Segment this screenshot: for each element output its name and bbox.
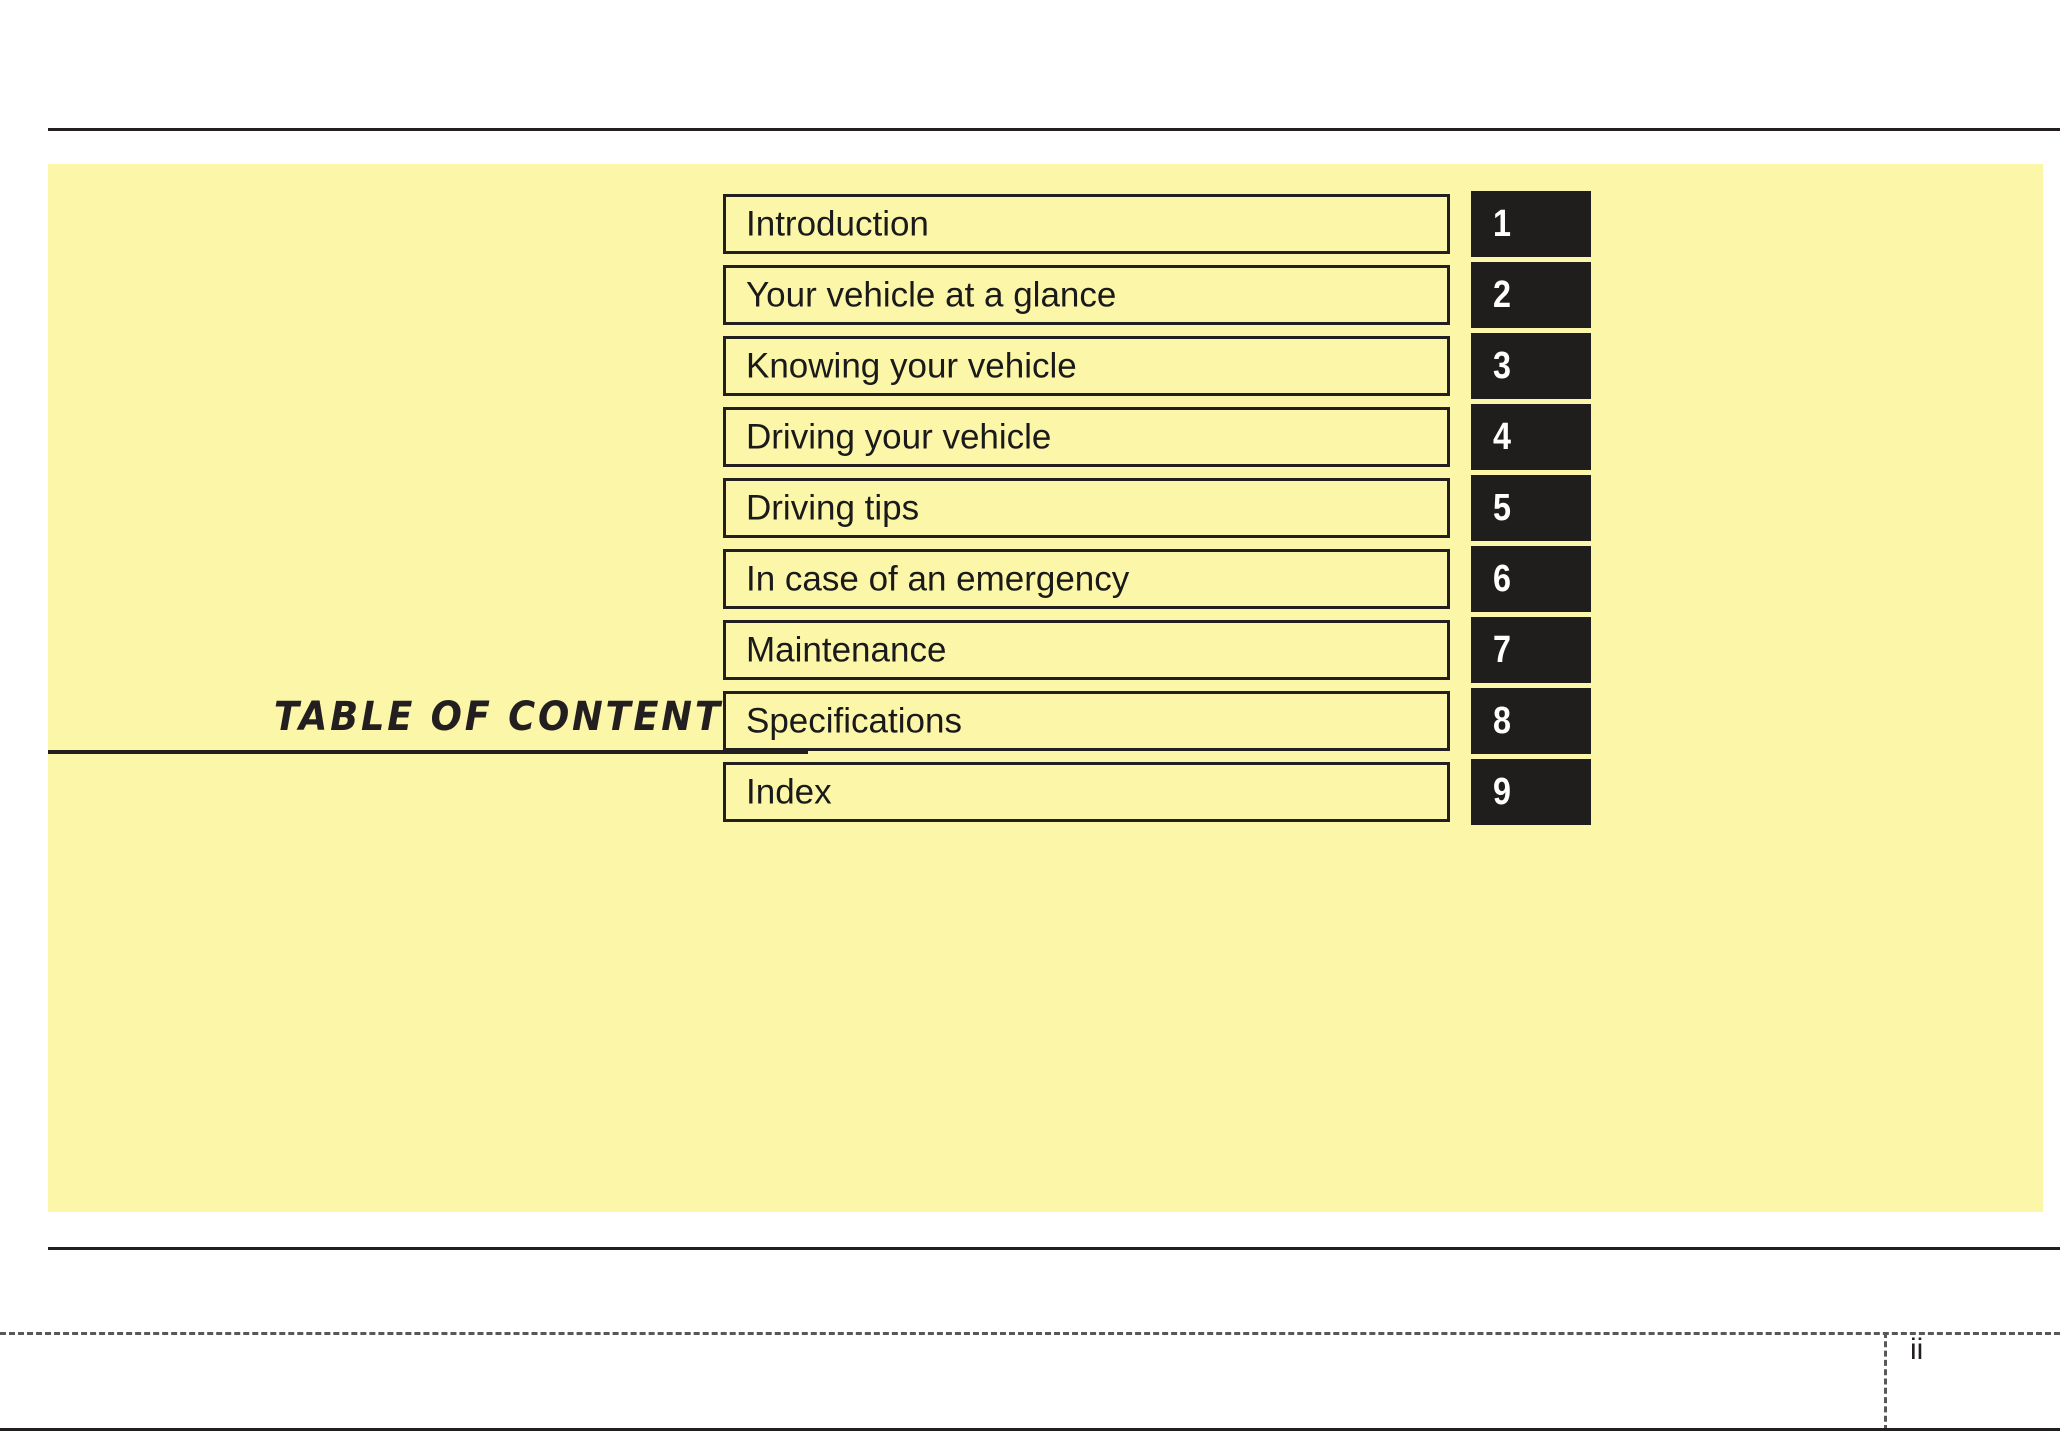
list-item[interactable]: Specifications 8 [723,688,2043,754]
chapter-tab[interactable]: 1 [1471,191,1591,257]
header-rule [48,128,2060,131]
page-title-block: TABLE OF CONTENTS [48,668,808,754]
toc-entry-box[interactable]: Introduction [723,194,1450,254]
chapter-tab[interactable]: 9 [1471,759,1591,825]
toc-entry-box[interactable]: In case of an emergency [723,549,1450,609]
chapter-tab[interactable]: 2 [1471,262,1591,328]
page-title: TABLE OF CONTENTS [273,694,752,740]
contents-panel: TABLE OF CONTENTS Introduction 1 Your ve… [48,164,2043,1212]
toc-entry-box[interactable]: Specifications [723,691,1450,751]
toc-entry-label: Specifications [746,701,962,741]
chapter-number: 6 [1493,558,1511,600]
chapter-number: 5 [1493,487,1511,529]
crop-mark-horizontal [0,1332,2060,1335]
chapter-tab[interactable]: 6 [1471,546,1591,612]
toc-entry-box[interactable]: Your vehicle at a glance [723,265,1450,325]
toc-entry-label: Index [746,772,832,812]
chapter-tab[interactable]: 7 [1471,617,1591,683]
chapter-number: 8 [1493,700,1511,742]
crop-mark-vertical [1884,1332,1887,1431]
toc-entry-box[interactable]: Driving your vehicle [723,407,1450,467]
chapter-number: 1 [1493,203,1511,245]
chapter-tab[interactable]: 4 [1471,404,1591,470]
chapter-number: 9 [1493,771,1511,813]
toc-entry-label: Your vehicle at a glance [746,275,1117,315]
chapter-tab[interactable]: 3 [1471,333,1591,399]
list-item[interactable]: Your vehicle at a glance 2 [723,262,2043,328]
toc-entry-label: In case of an emergency [746,559,1130,599]
footer-rule [48,1247,2060,1250]
toc-entry-box[interactable]: Index [723,762,1450,822]
toc-entry-label: Knowing your vehicle [746,346,1077,386]
list-item[interactable]: Driving tips 5 [723,475,2043,541]
toc-entry-label: Maintenance [746,630,947,670]
list-item[interactable]: Index 9 [723,759,2043,825]
toc-entry-label: Driving tips [746,488,920,528]
table-of-contents-list: Introduction 1 Your vehicle at a glance … [723,191,2043,825]
chapter-number: 7 [1493,629,1511,671]
list-item[interactable]: Introduction 1 [723,191,2043,257]
toc-entry-box[interactable]: Driving tips [723,478,1450,538]
list-item[interactable]: Driving your vehicle 4 [723,404,2043,470]
document-page: TABLE OF CONTENTS Introduction 1 Your ve… [0,0,2060,1431]
chapter-number: 4 [1493,416,1511,458]
chapter-tab[interactable]: 8 [1471,688,1591,754]
list-item[interactable]: Knowing your vehicle 3 [723,333,2043,399]
chapter-number: 2 [1493,274,1511,316]
list-item[interactable]: Maintenance 7 [723,617,2043,683]
page-number: ii [1910,1333,1924,1366]
toc-entry-label: Introduction [746,204,929,244]
title-underline [48,750,808,754]
list-item[interactable]: In case of an emergency 6 [723,546,2043,612]
toc-entry-box[interactable]: Maintenance [723,620,1450,680]
chapter-number: 3 [1493,345,1511,387]
chapter-tab[interactable]: 5 [1471,475,1591,541]
toc-entry-box[interactable]: Knowing your vehicle [723,336,1450,396]
toc-entry-label: Driving your vehicle [746,417,1052,457]
